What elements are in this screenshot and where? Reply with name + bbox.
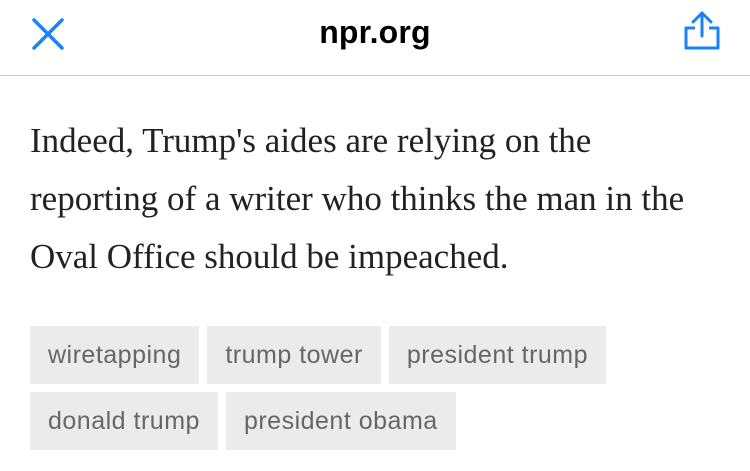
tag-wiretapping[interactable]: wiretapping xyxy=(30,326,200,384)
tag-list: wiretapping trump tower president trump … xyxy=(30,326,730,458)
tag-row: donald trump president obama xyxy=(30,392,730,450)
tag-row: wiretapping trump tower president trump xyxy=(30,326,730,384)
share-button[interactable] xyxy=(682,10,722,52)
tag-president-trump[interactable]: president trump xyxy=(388,326,607,384)
tag-donald-trump[interactable]: donald trump xyxy=(30,392,218,450)
tag-president-obama[interactable]: president obama xyxy=(225,392,456,450)
browser-view: npr.org Indeed, Trump's aides are relyin… xyxy=(0,0,750,471)
page-title-domain: npr.org xyxy=(319,14,431,50)
tag-trump-tower[interactable]: trump tower xyxy=(207,326,381,384)
top-bar: npr.org xyxy=(0,0,750,76)
share-icon xyxy=(684,11,720,50)
article-paragraph: Indeed, Trump's aides are relying on the… xyxy=(30,121,685,276)
